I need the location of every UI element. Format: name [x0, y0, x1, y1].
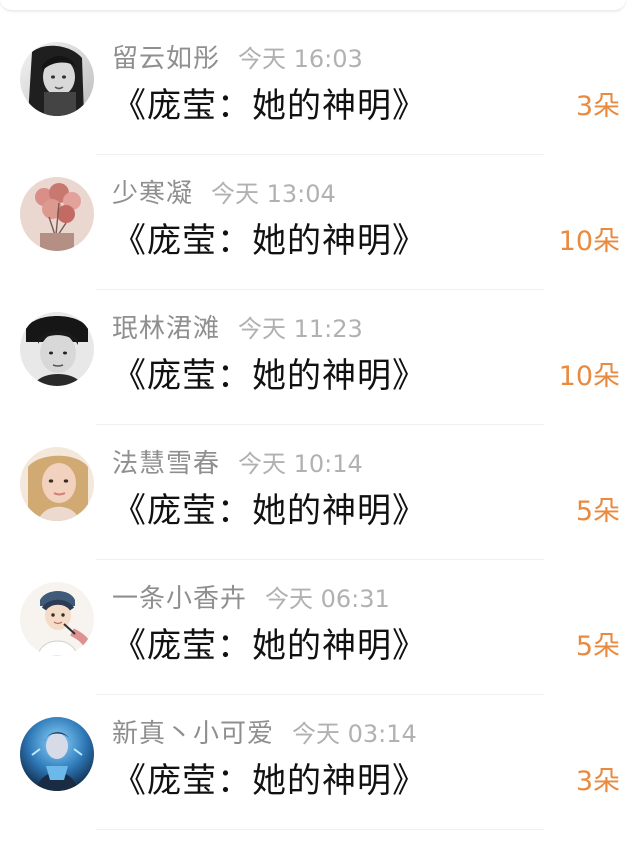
record-meta: 一条小香卉 今天 06:31	[112, 578, 390, 614]
timestamp: 今天 06:31	[265, 585, 390, 613]
list-item[interactable]: 留云如彤 今天 16:03 《庞莹：她的神明》 3朵	[0, 20, 640, 155]
list-item[interactable]: 法慧雪春 今天 10:14 《庞莹：她的神明》 5朵	[0, 425, 640, 560]
list-item[interactable]: 新真丶小可爱 今天 03:14 《庞莹：她的神明》 3朵	[0, 695, 640, 830]
list-item[interactable]: 一条小香卉 今天 06:31 《庞莹：她的神明》 5朵	[0, 560, 640, 695]
work-title[interactable]: 《庞莹：她的神明》	[112, 348, 427, 397]
work-title[interactable]: 《庞莹：她的神明》	[112, 213, 427, 262]
timestamp: 今天 11:23	[238, 315, 363, 343]
work-title[interactable]: 《庞莹：她的神明》	[112, 753, 427, 802]
grayscale-portrait-avatar-icon	[20, 42, 94, 116]
pink-balloons-avatar-icon	[20, 177, 94, 251]
timestamp: 今天 16:03	[238, 45, 363, 73]
record-meta: 新真丶小可爱 今天 03:14	[112, 713, 417, 749]
record-meta: 少寒凝 今天 13:04	[112, 173, 336, 209]
username[interactable]: 新真丶小可爱	[112, 719, 274, 749]
blonde-girl-avatar-icon	[20, 447, 94, 521]
username[interactable]: 一条小香卉	[112, 584, 247, 614]
blue-performer-avatar-icon	[20, 717, 94, 791]
work-title[interactable]: 《庞莹：她的神明》	[112, 483, 427, 532]
flower-count: 5朵	[575, 631, 620, 662]
timestamp: 今天 10:14	[238, 450, 363, 478]
flower-count: 3朵	[575, 766, 620, 797]
work-title[interactable]: 《庞莹：她的神明》	[112, 618, 427, 667]
list-item[interactable]: 珉林涒滩 今天 11:23 《庞莹：她的神明》 10朵	[0, 290, 640, 425]
gift-record-list: 留云如彤 今天 16:03 《庞莹：她的神明》 3朵 少寒凝 今天 13:04 《庞…	[0, 20, 640, 830]
record-meta: 珉林涒滩 今天 11:23	[112, 308, 363, 344]
username[interactable]: 留云如彤	[112, 44, 220, 74]
avatar[interactable]	[20, 177, 94, 251]
avatar[interactable]	[20, 447, 94, 521]
avatar[interactable]	[20, 582, 94, 656]
username[interactable]: 法慧雪春	[112, 449, 220, 479]
anime-illustration-avatar-icon	[20, 582, 94, 656]
flower-count: 10朵	[558, 226, 620, 257]
avatar[interactable]	[20, 717, 94, 791]
divider	[96, 829, 544, 830]
avatar[interactable]	[20, 42, 94, 116]
black-white-child-avatar-icon	[20, 312, 94, 386]
flower-count: 5朵	[575, 496, 620, 527]
record-meta: 留云如彤 今天 16:03	[112, 38, 363, 74]
flower-count: 3朵	[575, 91, 620, 122]
flower-count: 10朵	[558, 361, 620, 392]
username[interactable]: 珉林涒滩	[112, 314, 220, 344]
work-title[interactable]: 《庞莹：她的神明》	[112, 78, 427, 127]
username[interactable]: 少寒凝	[112, 179, 193, 209]
record-meta: 法慧雪春 今天 10:14	[112, 443, 363, 479]
timestamp: 今天 13:04	[211, 180, 336, 208]
list-item[interactable]: 少寒凝 今天 13:04 《庞莹：她的神明》 10朵	[0, 155, 640, 290]
top-card-edge	[0, 0, 626, 11]
timestamp: 今天 03:14	[292, 720, 417, 748]
avatar[interactable]	[20, 312, 94, 386]
